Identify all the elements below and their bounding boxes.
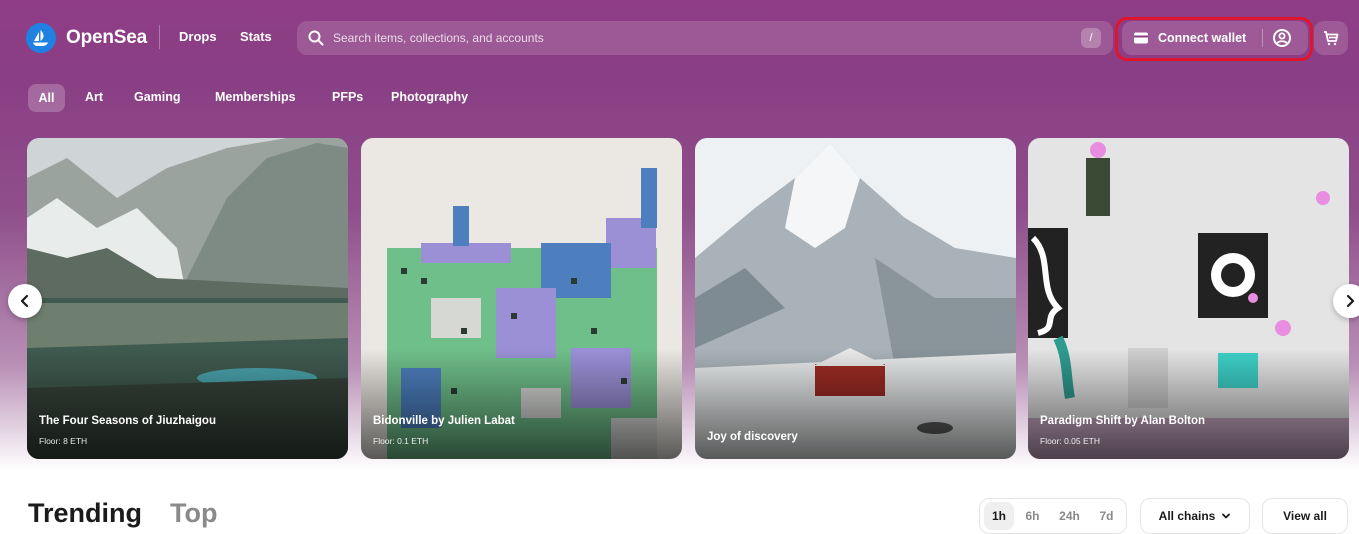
search-bar[interactable]: Search items, collections, and accounts … <box>297 21 1113 55</box>
category-photography[interactable]: Photography <box>391 90 468 104</box>
search-icon <box>308 30 324 46</box>
carousel-card[interactable]: Joy of discovery <box>695 138 1016 459</box>
card-title: Bidonville by Julien Labat <box>373 415 515 427</box>
category-memberships[interactable]: Memberships <box>215 90 296 104</box>
card-title: Paradigm Shift by Alan Bolton <box>1040 415 1206 427</box>
chain-filter-dropdown[interactable]: All chains <box>1140 498 1250 534</box>
category-all[interactable]: All <box>28 84 65 112</box>
chevron-down-icon <box>1222 513 1231 519</box>
carousel-card[interactable]: Bidonville by Julien Labat Floor: 0.1 ET… <box>361 138 682 459</box>
tab-trending[interactable]: Trending <box>28 498 142 529</box>
nav-divider <box>159 25 160 49</box>
time-range-7d[interactable]: 7d <box>1088 509 1125 523</box>
card-title: The Four Seasons of Jiuzhaigou <box>39 415 216 427</box>
view-all-button[interactable]: View all <box>1262 498 1348 534</box>
cart-icon <box>1324 31 1339 46</box>
card-title: Joy of discovery <box>707 431 798 443</box>
card-floor-price: Floor: 8 ETH <box>39 436 88 446</box>
time-range-1h[interactable]: 1h <box>984 502 1014 530</box>
search-shortcut-badge: / <box>1081 28 1101 48</box>
brand-name: OpenSea <box>66 27 147 48</box>
chevron-left-icon <box>20 294 29 308</box>
carousel-prev-button[interactable] <box>8 284 42 318</box>
brand[interactable]: OpenSea <box>26 23 147 53</box>
cart-button[interactable] <box>1314 21 1348 55</box>
chain-filter-label: All chains <box>1158 509 1216 523</box>
connect-wallet-highlight <box>1115 17 1313 61</box>
tab-top[interactable]: Top <box>170 498 217 529</box>
time-range-6h[interactable]: 6h <box>1014 509 1051 523</box>
top-navigation: OpenSea Drops Stats Search items, collec… <box>0 0 1359 72</box>
nav-stats[interactable]: Stats <box>240 29 272 44</box>
category-pfps[interactable]: PFPs <box>332 90 363 104</box>
chevron-right-icon <box>1346 294 1355 308</box>
nav-drops[interactable]: Drops <box>179 29 217 44</box>
card-floor-price: Floor: 0.05 ETH <box>1040 436 1100 446</box>
category-gaming[interactable]: Gaming <box>134 90 181 104</box>
carousel-card[interactable]: The Four Seasons of Jiuzhaigou Floor: 8 … <box>27 138 348 459</box>
carousel-next-button[interactable] <box>1333 284 1359 318</box>
time-range-24h[interactable]: 24h <box>1051 509 1088 523</box>
carousel-card[interactable]: Paradigm Shift by Alan Bolton Floor: 0.0… <box>1028 138 1349 459</box>
time-range-selector: 1h 6h 24h 7d <box>979 498 1127 534</box>
category-art[interactable]: Art <box>85 90 103 104</box>
opensea-logo-icon <box>26 23 56 53</box>
card-floor-price: Floor: 0.1 ETH <box>373 436 429 446</box>
search-input[interactable]: Search items, collections, and accounts <box>333 31 544 45</box>
